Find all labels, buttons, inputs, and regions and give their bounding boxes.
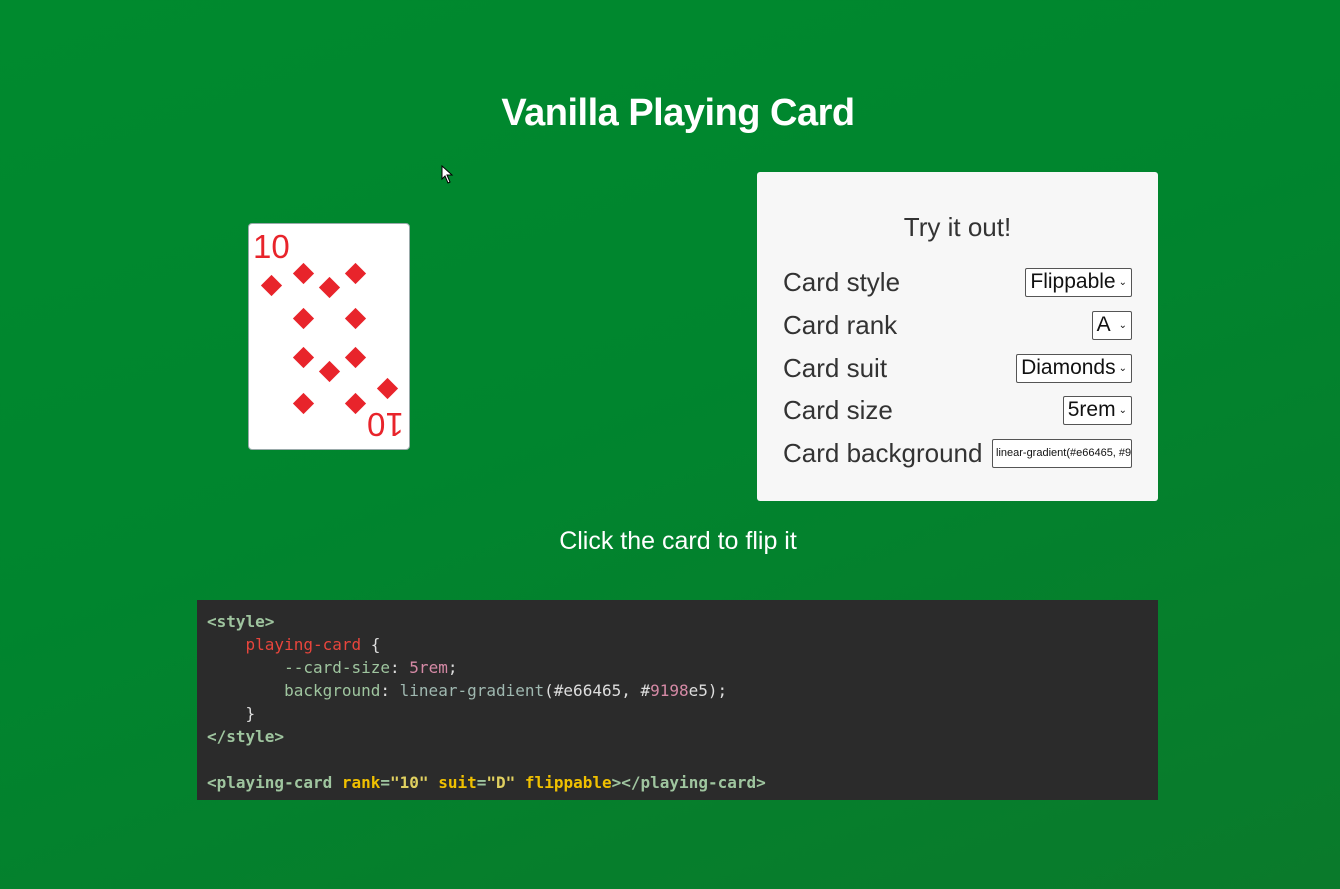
code-snippet: <style> playing-card { --card-size: 5rem… xyxy=(197,600,1158,800)
diamond-pip-icon xyxy=(318,276,341,299)
diamond-pip-icon xyxy=(292,307,315,330)
diamond-pip-icon xyxy=(344,392,367,415)
card-rank-label: Card rank xyxy=(783,309,898,340)
code-value-size: 5rem xyxy=(409,658,448,677)
code-prop-background: background xyxy=(284,681,381,700)
card-background-input[interactable]: linear-gradient(#e66465, #9198e5) xyxy=(992,438,1132,468)
code-function: linear-gradient xyxy=(399,681,545,700)
code-style-close: </style> xyxy=(207,727,285,746)
card-suit-value: Diamonds xyxy=(1021,356,1116,379)
card-rank-top: 10 xyxy=(253,228,290,265)
diamond-pip-icon xyxy=(260,274,283,297)
diamond-pip-icon xyxy=(292,262,315,285)
code-args-b: 9198 xyxy=(650,681,689,700)
code-args-a: (#e66465, # xyxy=(544,681,651,700)
chevron-down-icon: ⌄ xyxy=(1118,362,1127,374)
settings-panel: Try it out! Card style Flippable ⌄ Card … xyxy=(757,172,1158,501)
card-style-select[interactable]: Flippable ⌄ xyxy=(1025,267,1132,297)
card-size-row: Card size 5rem ⌄ xyxy=(783,395,1132,425)
code-colon: : xyxy=(380,681,400,700)
code-args-c: e5); xyxy=(688,681,728,700)
mouse-cursor-icon xyxy=(441,165,454,184)
code-brace-close: } xyxy=(245,704,256,723)
card-suit-label: Card suit xyxy=(783,352,888,383)
code-attr-suit: suit xyxy=(438,773,477,792)
card-style-label: Card style xyxy=(783,266,901,297)
card-size-value: 5rem xyxy=(1067,398,1116,421)
card-size-label: Card size xyxy=(783,394,893,425)
diamond-pip-icon xyxy=(344,346,367,369)
card-style-value: Flippable xyxy=(1030,270,1116,293)
card-style-row: Card style Flippable ⌄ xyxy=(783,267,1132,297)
card-size-select[interactable]: 5rem ⌄ xyxy=(1062,395,1132,425)
diamond-pip-icon xyxy=(344,262,367,285)
code-brace-open: { xyxy=(361,635,381,654)
card-suit-row: Card suit Diamonds ⌄ xyxy=(783,353,1132,383)
code-attr-rank: rank xyxy=(341,773,381,792)
code-element-close: ></playing-card> xyxy=(611,773,766,792)
code-val-rank: "10" xyxy=(390,773,429,792)
chevron-down-icon: ⌄ xyxy=(1118,276,1127,288)
card-background-row: Card background linear-gradient(#e66465,… xyxy=(783,438,1132,468)
flip-hint: Click the card to flip it xyxy=(559,527,797,555)
card-background-label: Card background xyxy=(783,437,983,468)
diamond-pip-icon xyxy=(318,360,341,383)
code-attr-flippable: flippable xyxy=(524,773,612,792)
page-title: Vanilla Playing Card xyxy=(501,92,855,134)
code-colon: : xyxy=(390,658,410,677)
card-rank-row: Card rank A ⌄ xyxy=(783,310,1132,340)
card-rank-bottom: 10 xyxy=(367,406,404,443)
chevron-down-icon: ⌄ xyxy=(1118,319,1127,331)
chevron-down-icon: ⌄ xyxy=(1118,404,1127,416)
code-element-open: <playing-card xyxy=(207,773,342,792)
code-semicolon: ; xyxy=(447,658,458,677)
diamond-pip-icon xyxy=(344,307,367,330)
code-val-suit: "D" xyxy=(486,773,516,792)
panel-title: Try it out! xyxy=(903,212,1012,242)
code-equals: = xyxy=(476,773,487,792)
card-rank-select[interactable]: A ⌄ xyxy=(1091,310,1132,340)
card-suit-select[interactable]: Diamonds ⌄ xyxy=(1016,353,1132,383)
card-rank-value: A xyxy=(1096,313,1111,336)
code-selector: playing-card xyxy=(245,635,362,654)
diamond-pip-icon xyxy=(292,346,315,369)
playing-card[interactable]: 10 10 xyxy=(248,223,410,450)
code-equals: = xyxy=(380,773,391,792)
code-prop-card-size: --card-size xyxy=(284,658,391,677)
code-style-open: <style> xyxy=(207,612,275,631)
diamond-pip-icon xyxy=(376,377,399,400)
diamond-pip-icon xyxy=(292,392,315,415)
